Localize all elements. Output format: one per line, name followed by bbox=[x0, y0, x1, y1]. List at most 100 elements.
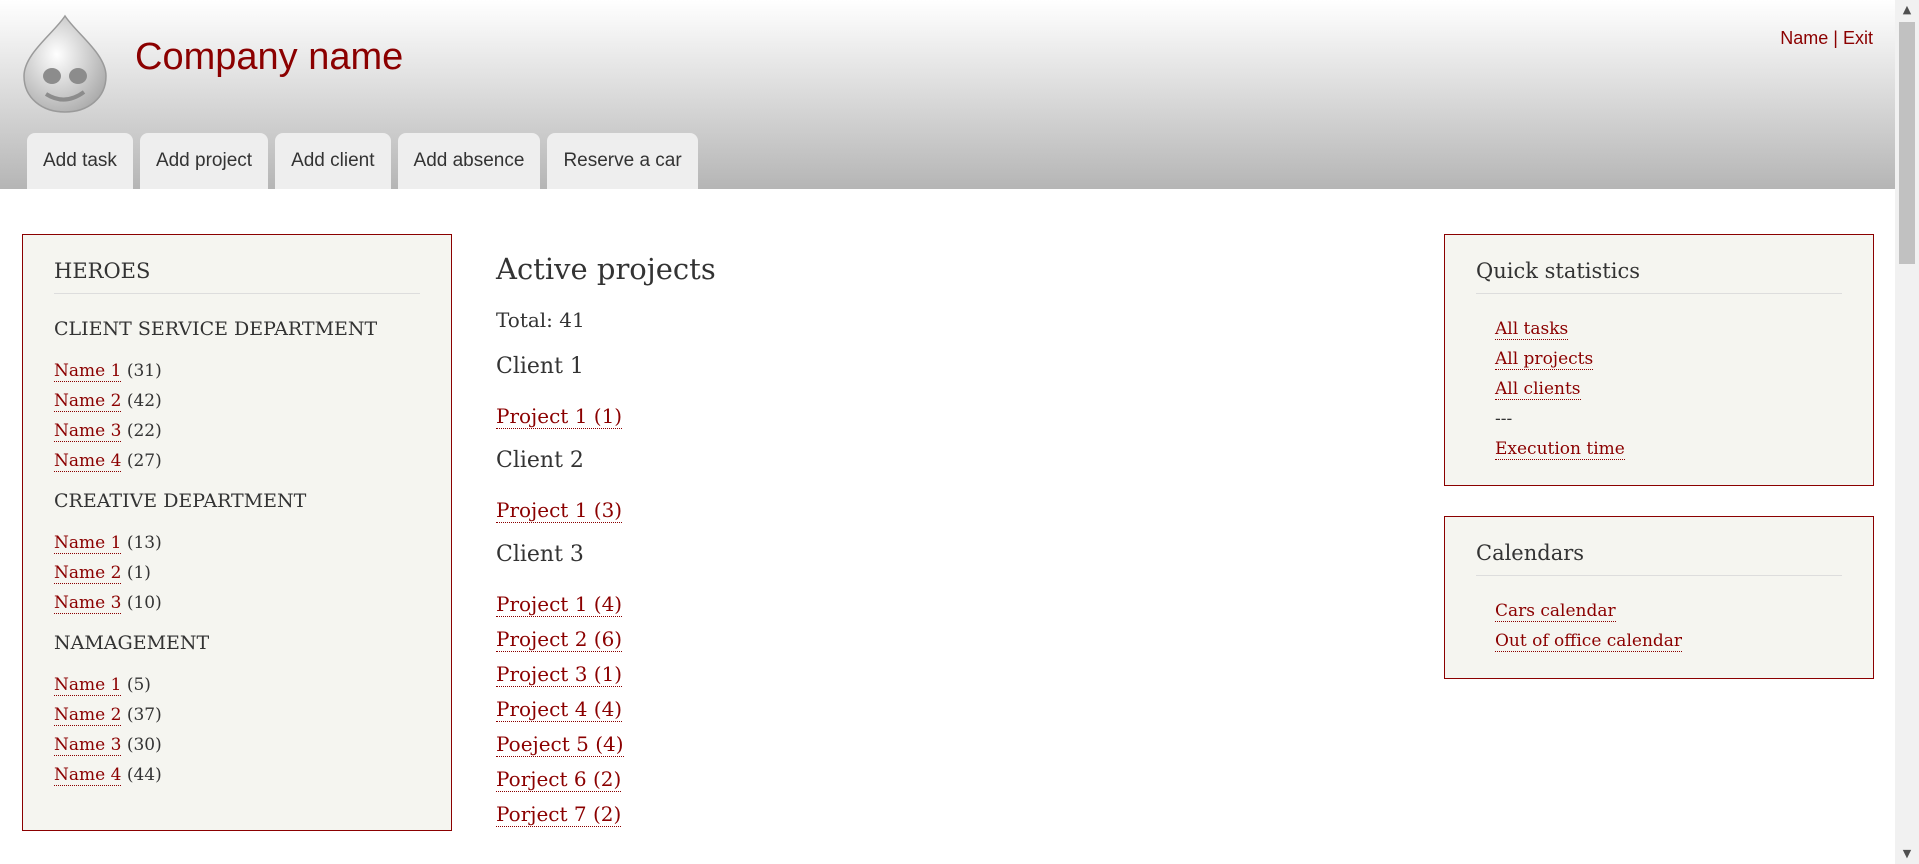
main-content: Active projects Total: 41 Client 1 Proje… bbox=[496, 252, 1396, 846]
list-item: All clients bbox=[1495, 374, 1842, 404]
user-links: Name | Exit bbox=[1780, 28, 1873, 49]
exit-link[interactable]: Exit bbox=[1843, 28, 1873, 48]
project-link[interactable]: Porject 7 (2) bbox=[496, 802, 622, 827]
list-item: Execution time bbox=[1495, 434, 1842, 464]
list-item: Name 2 (1) bbox=[54, 558, 420, 588]
list-item: Porject 7 (2) bbox=[496, 797, 1396, 832]
department-title: NAMAGEMENT bbox=[54, 632, 210, 654]
person-count: (30) bbox=[121, 735, 162, 755]
tab-reserve-car[interactable]: Reserve a car bbox=[547, 133, 698, 189]
person-count: (37) bbox=[121, 705, 162, 725]
list-item: Name 2 (37) bbox=[54, 700, 420, 730]
department-title: CLIENT SERVICE DEPARTMENT bbox=[54, 318, 378, 340]
cars-calendar-link[interactable]: Cars calendar bbox=[1495, 601, 1616, 622]
client-block: Client 3 Project 1 (4) Project 2 (6) Pro… bbox=[496, 542, 1396, 832]
person-count: (13) bbox=[121, 533, 162, 553]
execution-time-link[interactable]: Execution time bbox=[1495, 439, 1625, 460]
all-projects-link[interactable]: All projects bbox=[1495, 349, 1594, 370]
person-link[interactable]: Name 3 bbox=[54, 593, 122, 614]
person-link[interactable]: Name 2 bbox=[54, 563, 122, 584]
vertical-scrollbar[interactable]: ▲ ▼ bbox=[1895, 0, 1919, 864]
client-name: Client 1 bbox=[496, 354, 584, 379]
user-name-link[interactable]: Name bbox=[1780, 28, 1828, 48]
list-item: Project 1 (3) bbox=[496, 493, 1396, 528]
list-item: Name 4 (27) bbox=[54, 446, 420, 476]
list-item: Name 2 (42) bbox=[54, 386, 420, 416]
list-item: Out of office calendar bbox=[1495, 626, 1842, 656]
site-header: Company name Name | Exit Add task Add pr… bbox=[0, 0, 1895, 189]
project-link[interactable]: Project 2 (6) bbox=[496, 627, 623, 652]
list-item: Name 1 (13) bbox=[54, 528, 420, 558]
logo-icon[interactable] bbox=[22, 14, 108, 114]
heroes-block: HEROES CLIENT SERVICE DEPARTMENT Name 1 … bbox=[22, 234, 452, 831]
out-of-office-calendar-link[interactable]: Out of office calendar bbox=[1495, 631, 1683, 652]
list-item: Cars calendar bbox=[1495, 596, 1842, 626]
project-link[interactable]: Project 4 (4) bbox=[496, 697, 623, 722]
department-creative: CREATIVE DEPARTMENT Name 1 (13) Name 2 (… bbox=[54, 490, 420, 618]
list-item: Name 3 (10) bbox=[54, 588, 420, 618]
all-tasks-link[interactable]: All tasks bbox=[1495, 319, 1569, 340]
list-item: Porject 6 (2) bbox=[496, 762, 1396, 797]
site-name[interactable]: Company name bbox=[135, 36, 403, 79]
list-item: Project 1 (1) bbox=[496, 399, 1396, 434]
person-count: (44) bbox=[121, 765, 162, 785]
calendars-title: Calendars bbox=[1476, 541, 1842, 576]
list-item: Name 3 (22) bbox=[54, 416, 420, 446]
project-link[interactable]: Poeject 5 (4) bbox=[496, 732, 624, 757]
person-count: (1) bbox=[121, 563, 151, 583]
separator-text: --- bbox=[1495, 409, 1513, 429]
list-item: Name 3 (30) bbox=[54, 730, 420, 760]
person-count: (22) bbox=[121, 421, 162, 441]
person-link[interactable]: Name 1 bbox=[54, 533, 122, 554]
client-name: Client 2 bbox=[496, 448, 584, 473]
client-block: Client 2 Project 1 (3) bbox=[496, 448, 1396, 528]
person-link[interactable]: Name 3 bbox=[54, 421, 122, 442]
tab-add-absence[interactable]: Add absence bbox=[397, 133, 541, 189]
arrow-up-icon[interactable]: ▲ bbox=[1895, 0, 1919, 20]
tab-add-project[interactable]: Add project bbox=[139, 133, 269, 189]
list-item: Name 4 (44) bbox=[54, 760, 420, 790]
person-link[interactable]: Name 1 bbox=[54, 361, 122, 382]
client-block: Client 1 Project 1 (1) bbox=[496, 354, 1396, 434]
quick-statistics-title: Quick statistics bbox=[1476, 259, 1842, 294]
list-item: All projects bbox=[1495, 344, 1842, 374]
projects-total: Total: 41 bbox=[496, 308, 585, 332]
project-link[interactable]: Project 1 (3) bbox=[496, 498, 623, 523]
heroes-title: HEROES bbox=[54, 259, 420, 294]
list-item: Project 4 (4) bbox=[496, 692, 1396, 727]
project-link[interactable]: Project 3 (1) bbox=[496, 662, 623, 687]
person-link[interactable]: Name 4 bbox=[54, 451, 122, 472]
calendars-list: Cars calendar Out of office calendar bbox=[1476, 596, 1842, 656]
list-item: Project 2 (6) bbox=[496, 622, 1396, 657]
person-link[interactable]: Name 2 bbox=[54, 705, 122, 726]
list-item: Name 1 (5) bbox=[54, 670, 420, 700]
person-count: (31) bbox=[121, 361, 162, 381]
person-link[interactable]: Name 2 bbox=[54, 391, 122, 412]
person-count: (27) bbox=[121, 451, 162, 471]
person-link[interactable]: Name 4 bbox=[54, 765, 122, 786]
statistics-list: All tasks All projects All clients --- E… bbox=[1476, 314, 1842, 464]
list-item: Name 1 (31) bbox=[54, 356, 420, 386]
quick-statistics-block: Quick statistics All tasks All projects … bbox=[1444, 234, 1874, 486]
all-clients-link[interactable]: All clients bbox=[1495, 379, 1581, 400]
person-link[interactable]: Name 3 bbox=[54, 735, 122, 756]
project-link[interactable]: Project 1 (4) bbox=[496, 592, 623, 617]
tab-add-client[interactable]: Add client bbox=[275, 133, 391, 189]
person-count: (5) bbox=[121, 675, 151, 695]
tab-add-task[interactable]: Add task bbox=[27, 133, 133, 189]
department-management: NAMAGEMENT Name 1 (5) Name 2 (37) Name 3… bbox=[54, 632, 420, 790]
project-link[interactable]: Porject 6 (2) bbox=[496, 767, 622, 792]
page-title: Active projects bbox=[496, 252, 716, 286]
department-title: CREATIVE DEPARTMENT bbox=[54, 490, 307, 512]
department-client-service: CLIENT SERVICE DEPARTMENT Name 1 (31) Na… bbox=[54, 318, 420, 476]
list-item: Project 1 (4) bbox=[496, 587, 1396, 622]
list-item: Poeject 5 (4) bbox=[496, 727, 1396, 762]
arrow-down-icon[interactable]: ▼ bbox=[1895, 844, 1919, 864]
person-link[interactable]: Name 1 bbox=[54, 675, 122, 696]
list-item: All tasks bbox=[1495, 314, 1842, 344]
action-tabs: Add task Add project Add client Add abse… bbox=[27, 133, 698, 189]
scrollbar-thumb[interactable] bbox=[1899, 22, 1915, 264]
list-item: Project 3 (1) bbox=[496, 657, 1396, 692]
project-link[interactable]: Project 1 (1) bbox=[496, 404, 623, 429]
calendars-block: Calendars Cars calendar Out of office ca… bbox=[1444, 516, 1874, 679]
